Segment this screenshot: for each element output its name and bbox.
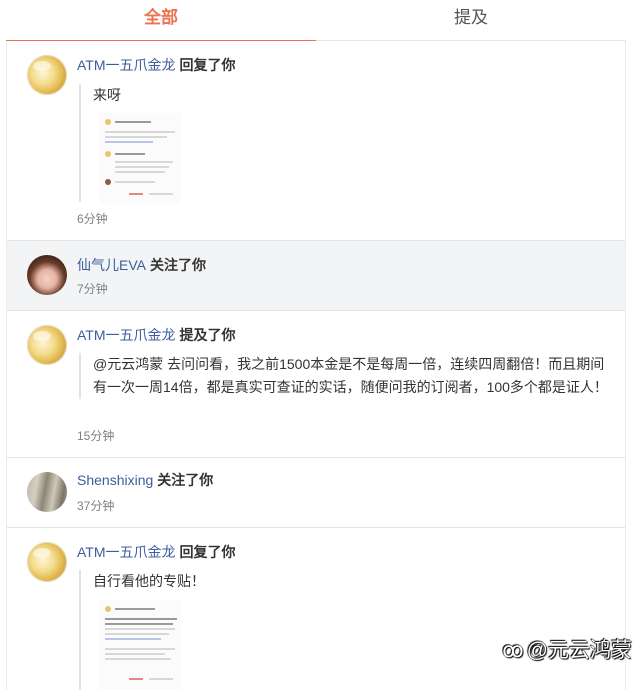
notification-header: Shenshixing 关注了你 (77, 470, 213, 490)
reply-text: 来呀 (93, 87, 121, 103)
weibo-logo-icon: ꝏ (502, 639, 524, 662)
timestamp: 6分钟 (77, 212, 108, 226)
action-text: 提及了你 (179, 327, 236, 343)
woman-portrait-avatar[interactable] (27, 255, 67, 295)
watermark: ꝏ @元云鸿蒙 (502, 634, 632, 664)
notification-item[interactable]: 仙气儿EVA 关注了你 7分钟 (7, 241, 625, 311)
action-text: 关注了你 (157, 472, 214, 488)
reply-text: 自行看他的专贴！ (93, 573, 205, 589)
action-text: 关注了你 (149, 257, 206, 273)
notification-item[interactable]: ATM一五爪金龙 回复了你 自行看他的专贴！ (7, 528, 625, 690)
gold-coin-avatar[interactable] (27, 55, 67, 95)
mention-quote: @元云鸿蒙 去问问看，我之前1500本金是不是每周一倍，连续四周翻倍！而且期间有… (79, 353, 609, 399)
mention-text: @元云鸿蒙 去问问看，我之前1500本金是不是每周一倍，连续四周翻倍！而且期间有… (93, 356, 608, 395)
action-text: 回复了你 (179, 57, 236, 73)
username-link[interactable]: ATM一五爪金龙 (77, 327, 176, 343)
notification-item[interactable]: Shenshixing 关注了你 37分钟 (7, 458, 625, 528)
reply-image-thumbnail[interactable] (99, 113, 181, 203)
tab-mentions[interactable]: 提及 (316, 0, 626, 40)
notification-header: ATM一五爪金龙 回复了你 (77, 542, 236, 562)
notification-list: ATM一五爪金龙 回复了你 来呀 6分钟 仙气儿EVA 关注了你 7分钟 ATM… (6, 41, 626, 690)
gold-coin-avatar[interactable] (27, 325, 67, 365)
username-link[interactable]: ATM一五爪金龙 (77, 57, 176, 73)
stone-wall-avatar[interactable] (27, 472, 67, 512)
username-link[interactable]: 仙气儿EVA (77, 257, 146, 273)
tab-all[interactable]: 全部 (6, 0, 316, 42)
reply-image-thumbnail[interactable] (99, 600, 181, 690)
notification-item[interactable]: ATM一五爪金龙 回复了你 来呀 6分钟 (7, 41, 625, 241)
username-link[interactable]: Shenshixing (77, 472, 153, 488)
notification-header: ATM一五爪金龙 提及了你 (77, 325, 236, 345)
notification-header: ATM一五爪金龙 回复了你 (77, 55, 236, 75)
watermark-text: @元云鸿蒙 (526, 639, 632, 662)
notification-header: 仙气儿EVA 关注了你 (77, 255, 206, 275)
notification-item[interactable]: ATM一五爪金龙 提及了你 @元云鸿蒙 去问问看，我之前1500本金是不是每周一倍… (7, 311, 625, 458)
notification-tabs: 全部 提及 (6, 0, 626, 42)
username-link[interactable]: ATM一五爪金龙 (77, 544, 176, 560)
gold-coin-avatar[interactable] (27, 542, 67, 582)
timestamp: 15分钟 (77, 429, 115, 443)
timestamp: 7分钟 (77, 282, 108, 296)
timestamp: 37分钟 (77, 499, 115, 513)
action-text: 回复了你 (179, 544, 236, 560)
